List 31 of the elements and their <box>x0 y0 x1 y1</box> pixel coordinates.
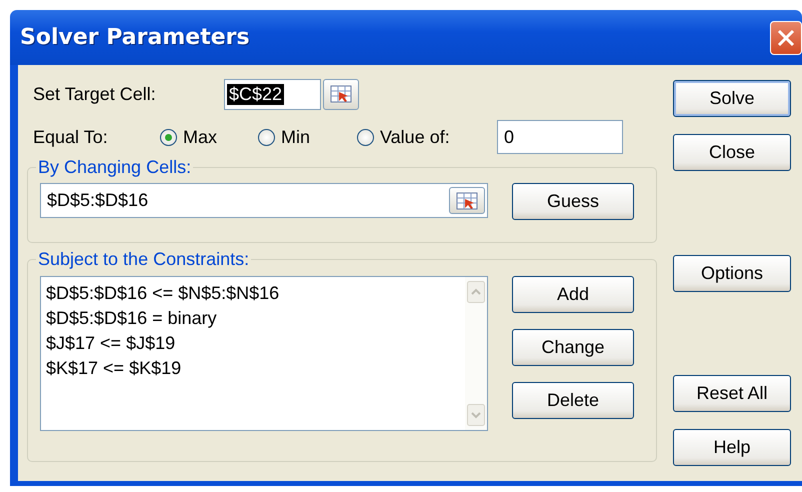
target-label: Set Target Cell: <box>32 84 157 104</box>
radio-option[interactable]: Value of: <box>357 126 497 148</box>
range-select-icon <box>330 85 352 103</box>
constraint-item[interactable]: $J$17 <= $J$19 <box>46 331 460 356</box>
close-icon <box>776 28 796 48</box>
equal-to-label: Equal To: <box>32 126 109 148</box>
value-field[interactable]: 0 <box>497 120 623 154</box>
constraint-button[interactable]: Add <box>512 276 634 313</box>
guess-button[interactable]: Guess <box>512 183 634 220</box>
range-select-button[interactable] <box>323 78 359 110</box>
constraint-button[interactable]: Change <box>512 329 634 366</box>
range-select-icon <box>456 192 478 210</box>
dialog-button[interactable]: Solve <box>673 80 791 117</box>
dialog-button[interactable]: Close <box>673 134 791 171</box>
range-select-button[interactable] <box>449 187 485 214</box>
dialog-button[interactable]: Help <box>673 429 791 466</box>
constraints-list[interactable]: $D$5:$D$16 <= $N$5:$N$16 $D$5:$D$16 = binary $J$17 <= $J$19 $K$17 <= $K$19 <box>40 276 488 431</box>
dialog-button[interactable]: Reset All <box>673 375 791 412</box>
constraint-item[interactable]: $K$17 <= $K$19 <box>46 356 460 381</box>
group-legend: By Changing Cells: <box>36 157 194 178</box>
constraint-button[interactable]: Delete <box>512 382 634 419</box>
radio-option[interactable]: Max <box>160 126 258 148</box>
dialog-button[interactable]: Options <box>673 255 791 292</box>
constraint-item[interactable]: $D$5:$D$16 <= $N$5:$N$16 <box>46 281 460 306</box>
close-button[interactable] <box>770 20 802 54</box>
radio-option[interactable]: Min <box>258 126 357 148</box>
constraint-item[interactable]: $D$5:$D$16 = binary <box>46 306 460 331</box>
group-legend: Subject to the Constraints: <box>36 249 252 270</box>
changing-cells-field[interactable]: $D$5:$D$16 <box>40 183 488 218</box>
window-title: Solver Parameters <box>20 25 250 50</box>
target-cell-field[interactable]: $C$22 <box>224 78 321 110</box>
